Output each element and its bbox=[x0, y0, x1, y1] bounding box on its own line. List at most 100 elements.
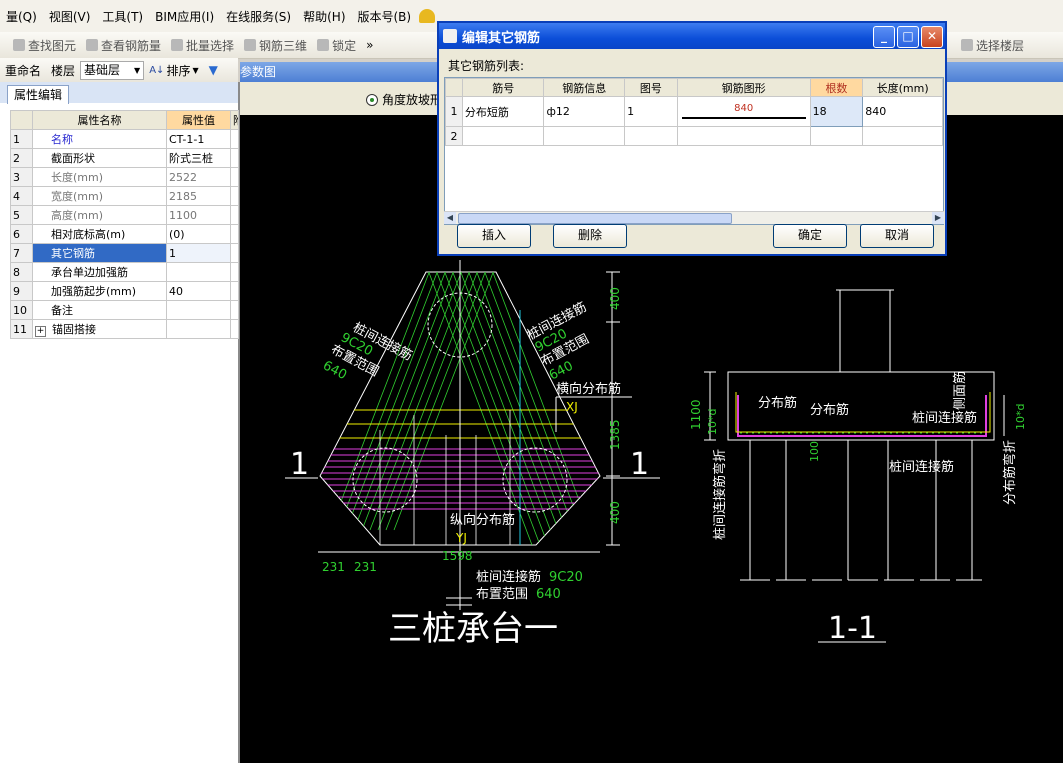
menu-item[interactable]: 版本号(B) bbox=[352, 8, 418, 25]
minimize-button[interactable]: _ bbox=[873, 26, 895, 48]
table-row[interactable]: 2 截面形状 阶式三桩 bbox=[10, 148, 239, 168]
label-bottom-spec: 9C20 bbox=[549, 570, 583, 585]
s-label-conn: 桩间连接筋 bbox=[912, 410, 977, 426]
s-label-conn-2: 桩间连接筋 bbox=[889, 459, 954, 475]
col-count: 根数 bbox=[809, 78, 864, 97]
app-icon bbox=[443, 29, 457, 43]
col-header-value: 属性值 bbox=[166, 110, 231, 130]
label-bottom-range: 布置范围 bbox=[476, 587, 528, 602]
dim-400-bottom: 400 bbox=[608, 501, 622, 524]
dim-1385: 1385 bbox=[608, 419, 622, 450]
sort-button[interactable]: A↓ 排序 ▼ bbox=[144, 62, 203, 79]
helmet-icon[interactable] bbox=[419, 9, 436, 23]
s-dim-1100: 1100 bbox=[689, 399, 703, 430]
rebar-list-label: 其它钢筋列表: bbox=[448, 59, 525, 73]
property-table: 属性名称 属性值 附 1名称CT-1-1 2截面形状阶式三桩 3长度(mm)25… bbox=[10, 110, 239, 339]
rebar-3d-button[interactable]: 钢筋三维 bbox=[239, 37, 312, 54]
ok-button[interactable]: 确定 bbox=[773, 224, 847, 248]
menu-item[interactable]: BIM应用(I) bbox=[149, 8, 220, 25]
col-figure-no: 图号 bbox=[624, 78, 678, 97]
table-row[interactable]: 4 宽度(mm) 2185 bbox=[10, 186, 239, 206]
view-rebar-button[interactable]: 查看钢筋量 bbox=[81, 37, 166, 54]
tab-property-edit[interactable]: 属性编辑 bbox=[7, 85, 70, 104]
scroll-thumb[interactable] bbox=[458, 213, 732, 224]
plan-title: 三桩承台一 bbox=[388, 609, 558, 649]
menu-item[interactable]: 视图(V) bbox=[43, 8, 97, 25]
menu-item[interactable]: 帮助(H) bbox=[297, 8, 351, 25]
binoculars-icon bbox=[13, 39, 25, 51]
s-dim-10d-left: 10*d bbox=[706, 409, 719, 435]
s-label-dist-1: 分布筋 bbox=[758, 395, 797, 411]
property-toolbar: 重命名 楼层 基础层 ▼ A↓ 排序 ▼ ▼ bbox=[0, 58, 238, 83]
s-label-conn-bend: 桩间连接筋弯折 bbox=[712, 449, 728, 540]
scroll-right-icon[interactable]: ▶ bbox=[932, 212, 944, 224]
expand-icon[interactable]: + bbox=[35, 326, 46, 337]
table-row[interactable]: 7 其它钢筋 1 bbox=[10, 243, 239, 263]
menu-item[interactable]: 工具(T) bbox=[96, 8, 149, 25]
table-row[interactable]: 2 bbox=[445, 126, 943, 146]
floor-select[interactable]: 基础层 ▼ bbox=[80, 60, 145, 80]
col-bar-shape: 钢筋图形 bbox=[676, 78, 811, 97]
table-header: 筋号 钢筋信息 图号 钢筋图形 根数 长度(mm) bbox=[445, 78, 943, 97]
label-vert-dist: 纵向分布筋 bbox=[450, 512, 515, 528]
tab-strip: 属性编辑 bbox=[0, 82, 238, 104]
rename-button[interactable]: 重命名 bbox=[0, 62, 46, 79]
filter-icon[interactable]: ▼ bbox=[204, 63, 223, 77]
chevron-down-icon: ▼ bbox=[134, 65, 141, 75]
pile-right bbox=[502, 447, 568, 513]
col-bar-info: 钢筋信息 bbox=[543, 78, 626, 97]
s-label-dist-bend: 分布筋弯折 bbox=[1002, 440, 1018, 505]
delete-button[interactable]: 删除 bbox=[553, 224, 627, 248]
rebar-grid: 筋号 钢筋信息 图号 钢筋图形 根数 长度(mm) 1 分布短筋 ф12 1 8… bbox=[444, 77, 944, 225]
lock-button[interactable]: 锁定 bbox=[312, 37, 361, 54]
glasses-icon bbox=[86, 39, 99, 51]
horizontal-scrollbar[interactable]: ◀ ▶ bbox=[444, 211, 944, 224]
menu-item[interactable]: 量(Q) bbox=[0, 8, 43, 25]
label-bottom-range-val: 640 bbox=[536, 587, 561, 602]
label-horiz-dist: 横向分布筋 bbox=[556, 381, 621, 397]
insert-button[interactable]: 插入 bbox=[457, 224, 531, 248]
table-row[interactable]: 9 加强筋起步(mm) 40 bbox=[10, 281, 239, 301]
menu-item[interactable]: 在线服务(S) bbox=[220, 8, 297, 25]
table-row[interactable]: 8 承台单边加强筋 bbox=[10, 262, 239, 282]
floor-label: 楼层 bbox=[51, 63, 76, 78]
table-row[interactable]: 5 高度(mm) 1100 bbox=[10, 205, 239, 225]
bar-shape-cell[interactable]: 840 bbox=[676, 96, 811, 127]
sort-az-icon: A↓ bbox=[149, 64, 165, 76]
rebar-table: 筋号 钢筋信息 图号 钢筋图形 根数 长度(mm) 1 分布短筋 ф12 1 8… bbox=[445, 78, 943, 146]
section-mark-right: 1 bbox=[630, 447, 649, 482]
table-row[interactable]: 11 + 锚固搭接 bbox=[10, 319, 239, 339]
dialog-title-bar[interactable]: 编辑其它钢筋 _ □ ✕ bbox=[439, 23, 945, 49]
col-length: 长度(mm) bbox=[862, 78, 943, 97]
col-header-extra: 附 bbox=[230, 110, 239, 130]
radio-icon bbox=[366, 93, 378, 106]
edit-other-rebar-dialog: 编辑其它钢筋 _ □ ✕ 其它钢筋列表: 筋号 钢筋信息 图号 钢筋图形 根数 … bbox=[437, 21, 947, 256]
s-label-dist-2: 分布筋 bbox=[810, 402, 849, 418]
table-row[interactable]: 3 长度(mm) 2522 bbox=[10, 167, 239, 187]
angle-slope-radio[interactable]: 角度放坡形 bbox=[366, 91, 442, 108]
col-bar-no: 筋号 bbox=[461, 78, 545, 97]
maximize-button[interactable]: □ bbox=[897, 26, 919, 48]
section-mark-left: 1 bbox=[290, 447, 309, 482]
col-header-name: 属性名称 bbox=[32, 110, 167, 130]
table-row[interactable]: 10 备注 bbox=[10, 300, 239, 320]
dim-231-a: 231 bbox=[322, 560, 345, 574]
s-dim-100: 100 bbox=[808, 441, 821, 462]
dialog-title: 编辑其它钢筋 bbox=[462, 30, 541, 46]
table-header: 属性名称 属性值 附 bbox=[10, 110, 239, 130]
section-title: 1-1 bbox=[828, 611, 877, 646]
cancel-button[interactable]: 取消 bbox=[860, 224, 934, 248]
table-row[interactable]: 1 分布短筋 ф12 1 840 18 840 bbox=[445, 96, 943, 127]
section-view bbox=[704, 289, 1005, 581]
close-button[interactable]: ✕ bbox=[921, 26, 943, 48]
more-tools-button[interactable]: » bbox=[361, 38, 378, 52]
select-floor-button[interactable]: 选择楼层 bbox=[956, 37, 1029, 54]
s-label-side: 侧面筋 bbox=[952, 371, 968, 410]
scroll-left-icon[interactable]: ◀ bbox=[444, 212, 456, 224]
batch-select-button[interactable]: 批量选择 bbox=[166, 37, 239, 54]
floor-icon bbox=[961, 39, 973, 51]
dim-1598: 1598 bbox=[442, 549, 473, 563]
table-row[interactable]: 1 名称 CT-1-1 bbox=[10, 129, 239, 149]
table-row[interactable]: 6 相对底标高(m) (0) bbox=[10, 224, 239, 244]
find-element-button[interactable]: 查找图元 bbox=[8, 37, 81, 54]
